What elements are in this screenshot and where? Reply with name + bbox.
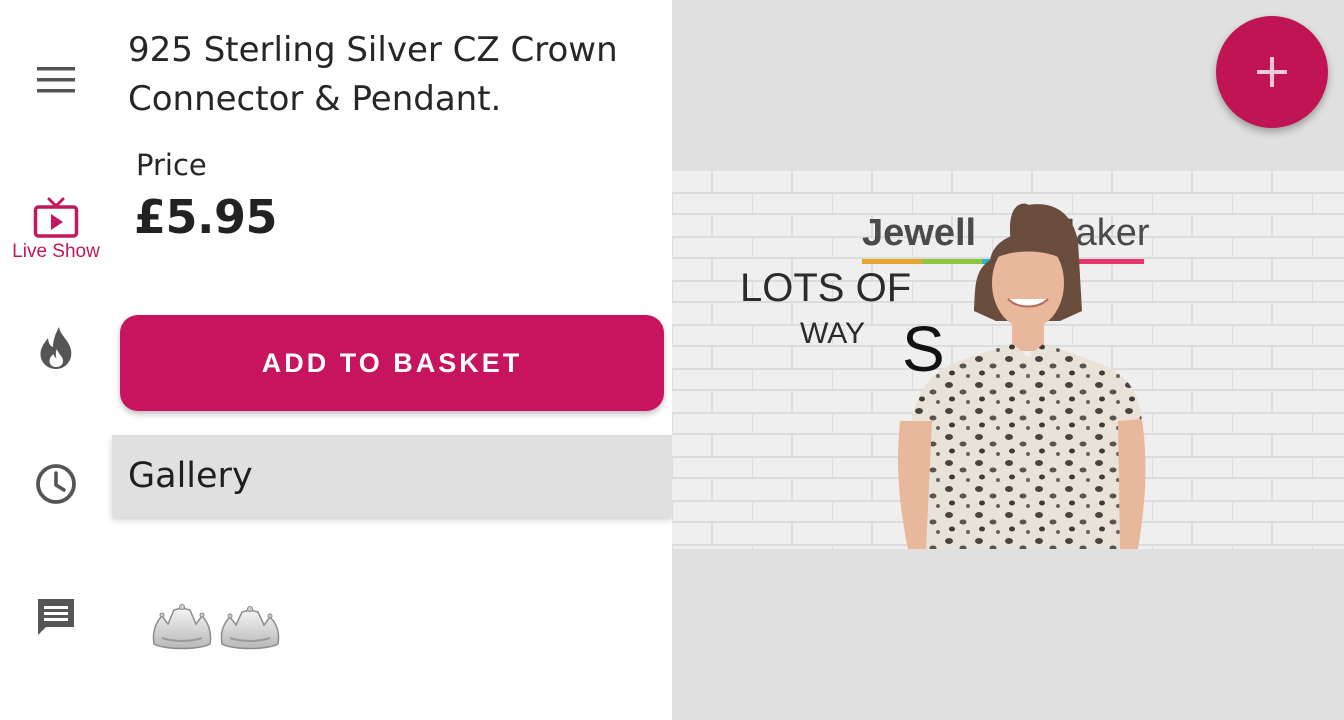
app-root: Live Show 925 Sterling Silver CZ Crown C… (0, 0, 1344, 720)
price-value: £5.95 (134, 190, 278, 244)
brand-text-left: Jewell (862, 212, 976, 254)
live-tv-icon (33, 197, 79, 238)
overlay-line-1: LOTS OF (740, 266, 911, 310)
gallery-header: Gallery (112, 435, 672, 517)
gallery-thumbnail[interactable] (128, 570, 304, 694)
nav-item-label: Live Show (12, 241, 100, 262)
clock-history-icon (36, 464, 76, 504)
nav-item-hot[interactable] (0, 318, 112, 378)
add-fab-button[interactable] (1216, 16, 1328, 128)
hot-flame-icon (40, 327, 72, 369)
nav-item-live-show[interactable]: Live Show (0, 188, 112, 272)
add-to-basket-button[interactable]: ADD TO BASKET (120, 315, 664, 411)
live-video-player[interactable]: Jewell Maker LOTS OF WAY S (672, 171, 1344, 549)
overlay-line-2: WAY (800, 317, 865, 350)
crown-earrings-image (128, 570, 304, 694)
plus-icon (1257, 57, 1287, 87)
nav-rail: Live Show (0, 0, 112, 720)
chat-message-icon (38, 599, 74, 635)
nav-item-chat[interactable] (0, 590, 112, 644)
product-panel: 925 Sterling Silver CZ Crown Connector &… (112, 0, 672, 720)
product-title: 925 Sterling Silver CZ Crown Connector &… (128, 30, 618, 119)
nav-item-history[interactable] (0, 456, 112, 512)
gallery-title: Gallery (128, 456, 253, 496)
price-label: Price (136, 148, 207, 182)
video-frame: Jewell Maker LOTS OF WAY S (672, 171, 1344, 549)
menu-button[interactable] (0, 40, 112, 120)
menu-icon (37, 67, 75, 93)
